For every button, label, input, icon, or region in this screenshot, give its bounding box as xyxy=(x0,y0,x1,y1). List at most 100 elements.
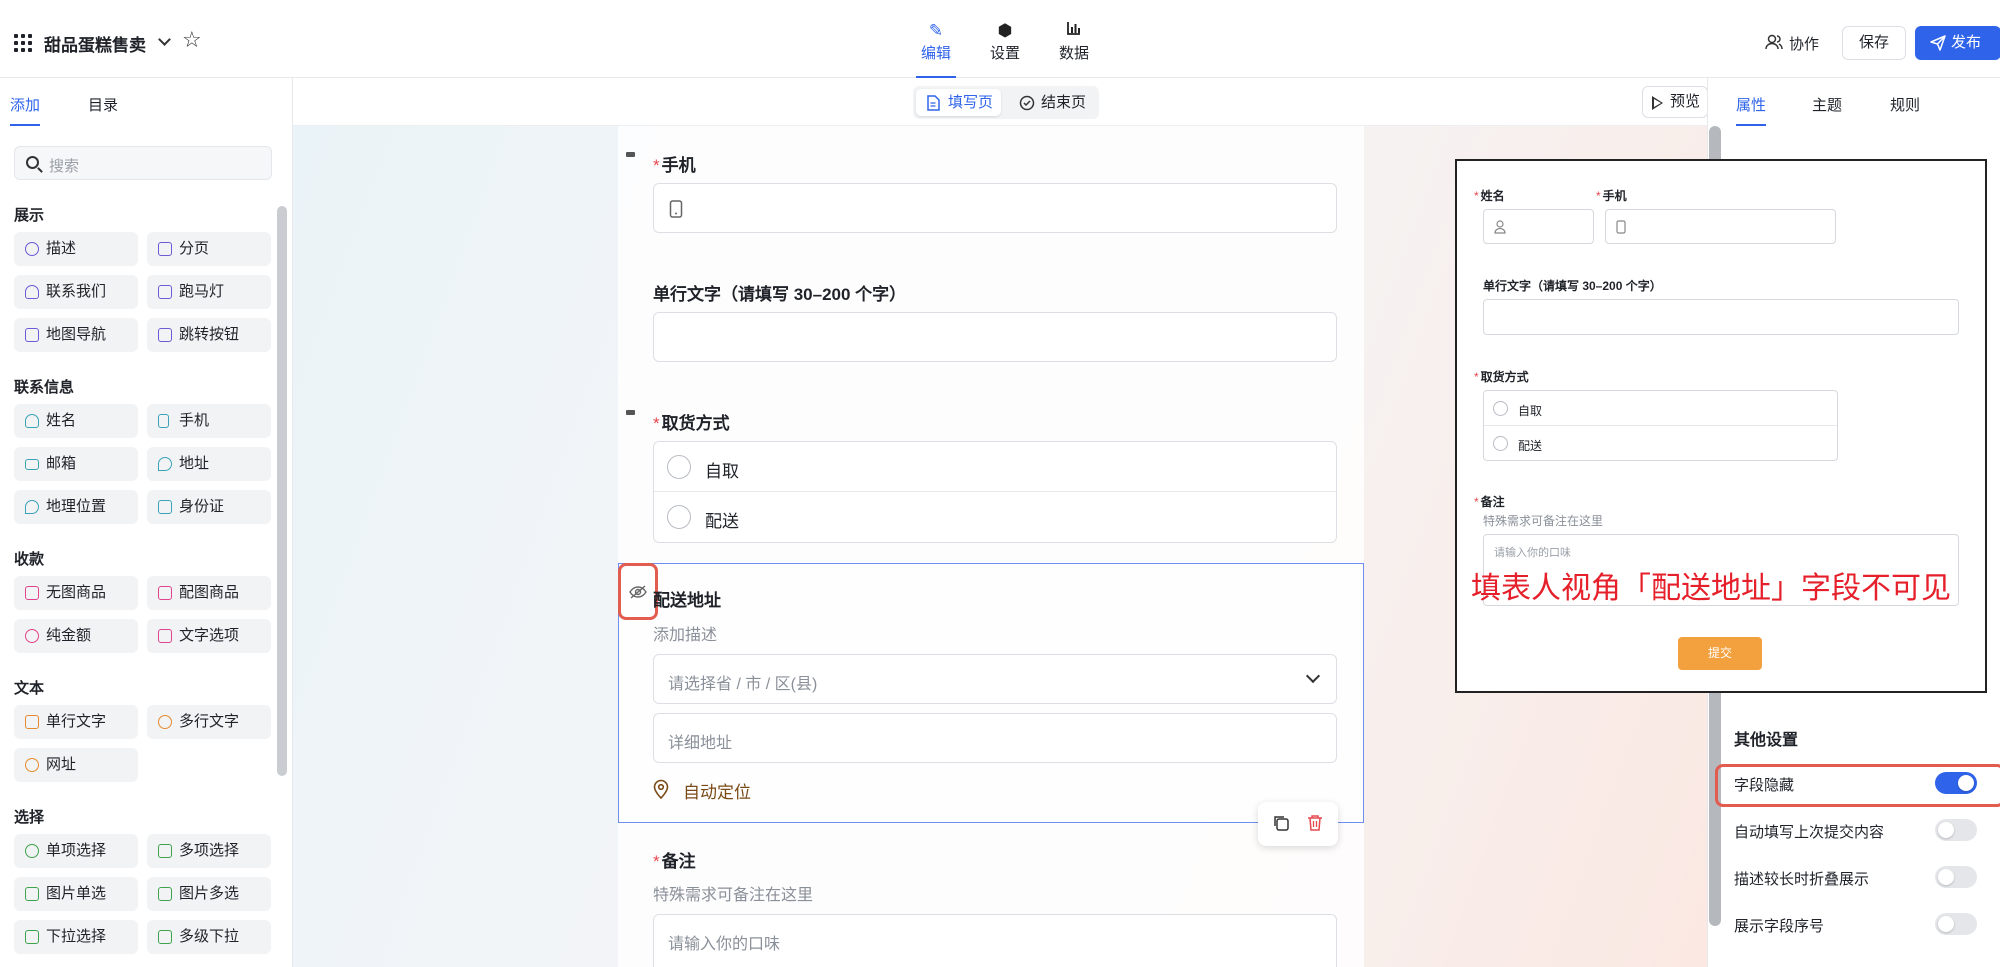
user-icon xyxy=(25,414,39,428)
component-marquee[interactable]: 跑马灯 xyxy=(147,275,271,309)
component-description[interactable]: 描述 xyxy=(14,232,138,266)
preview-submit-button: 提交 xyxy=(1678,637,1762,670)
auto-locate-button[interactable]: 自动定位 xyxy=(653,778,751,803)
drag-handle[interactable] xyxy=(626,152,635,157)
preview-pickup-options: 自取 配送 xyxy=(1483,390,1838,461)
field-description[interactable]: 添加描述 xyxy=(653,621,717,645)
phone-input[interactable] xyxy=(653,183,1337,233)
tab-add[interactable]: 添加 xyxy=(10,94,41,126)
send-icon xyxy=(1930,35,1946,51)
component-jump-button[interactable]: 跳转按钮 xyxy=(147,318,271,352)
preview-phone-input xyxy=(1605,209,1836,244)
form-sheet xyxy=(618,126,1364,967)
toggle-field-number[interactable] xyxy=(1935,913,1977,935)
phone-icon xyxy=(669,200,683,218)
remark-textarea[interactable]: 请输入你的口味 xyxy=(653,914,1337,967)
map-icon xyxy=(25,328,39,342)
phone-icon xyxy=(1616,220,1626,234)
component-contact-us[interactable]: 联系我们 xyxy=(14,275,138,309)
text-icon xyxy=(158,629,172,643)
component-single-choice[interactable]: 单项选择 xyxy=(14,834,138,868)
left-panel: 添加 目录 搜索 展示 描述 分页 联系我们 跑马灯 地图导航 跳转按钮 联系信… xyxy=(0,78,293,967)
component-multi-line-text[interactable]: 多行文字 xyxy=(147,705,271,739)
cart-image-icon xyxy=(158,586,172,600)
scrollbar[interactable] xyxy=(277,206,287,776)
chevron-down-icon xyxy=(1305,668,1321,684)
annotation-note: 填表人视角「配送地址」字段不可见 xyxy=(1471,572,1951,605)
tab-catalog[interactable]: 目录 xyxy=(88,94,118,115)
star-icon[interactable]: ☆ xyxy=(182,29,202,51)
radio-button xyxy=(1493,401,1508,416)
tab-edit[interactable]: ✎ 编辑 xyxy=(912,20,960,78)
chevron-down-icon[interactable] xyxy=(158,33,171,46)
toggle-collapse-description[interactable] xyxy=(1935,866,1977,888)
tab-settings[interactable]: ⬢ 设置 xyxy=(981,20,1029,63)
component-image-multi[interactable]: 图片多选 xyxy=(147,877,271,911)
detail-address-input[interactable]: 详细地址 xyxy=(653,713,1337,763)
link-icon xyxy=(25,758,39,772)
field-label-pickup: * 取货方式 xyxy=(653,414,730,433)
tab-fill-page[interactable]: 填写页 xyxy=(916,89,1002,116)
eye-off-icon[interactable] xyxy=(628,584,648,600)
region-select[interactable]: 请选择省 / 市 / 区(县) xyxy=(653,654,1337,704)
radio-button[interactable] xyxy=(667,505,691,529)
chat-bubble-icon xyxy=(158,715,172,729)
tab-properties[interactable]: 属性 xyxy=(1736,94,1767,126)
component-geo-location[interactable]: 地理位置 xyxy=(14,490,138,524)
category-heading: 联系信息 xyxy=(14,379,75,396)
tab-rules[interactable]: 规则 xyxy=(1890,94,1920,115)
copy-icon[interactable] xyxy=(1272,814,1290,832)
collab-button[interactable]: 协作 xyxy=(1765,33,1819,54)
image-check-icon xyxy=(158,887,172,901)
category-heading: 文本 xyxy=(14,680,45,697)
radio-option[interactable]: 自取 xyxy=(654,442,1336,492)
save-button[interactable]: 保存 xyxy=(1842,26,1906,60)
component-email[interactable]: 邮箱 xyxy=(14,447,138,481)
button-icon xyxy=(158,328,172,342)
single-text-input[interactable] xyxy=(653,312,1337,362)
preview-option: 自取 xyxy=(1484,391,1837,426)
bar-chart-icon xyxy=(1050,20,1098,42)
component-multi-choice[interactable]: 多项选择 xyxy=(147,834,271,868)
tab-data[interactable]: 数据 xyxy=(1050,20,1098,63)
app-title[interactable]: 甜品蛋糕售卖 xyxy=(44,31,146,56)
component-text-option[interactable]: 文字选项 xyxy=(147,619,271,653)
cart-icon xyxy=(25,586,39,600)
radio-icon xyxy=(25,844,39,858)
tab-end-page[interactable]: 结束页 xyxy=(1009,89,1094,116)
component-search-input[interactable]: 搜索 xyxy=(14,146,272,180)
pen-icon: ✎ xyxy=(928,21,944,40)
component-pagination[interactable]: 分页 xyxy=(147,232,271,266)
component-phone[interactable]: 手机 xyxy=(147,404,271,438)
component-amount[interactable]: 纯金额 xyxy=(14,619,138,653)
setting-label: 描述较长时折叠展示 xyxy=(1734,871,1870,888)
app-grid-icon[interactable] xyxy=(14,34,32,52)
preview-name-input xyxy=(1483,209,1594,244)
search-icon xyxy=(26,156,39,169)
preview-button[interactable]: 预览 xyxy=(1642,86,1708,118)
radio-button[interactable] xyxy=(667,455,691,479)
users-icon xyxy=(1765,34,1783,50)
component-address[interactable]: 地址 xyxy=(147,447,271,481)
tab-theme[interactable]: 主题 xyxy=(1812,94,1842,115)
respondent-view-preview: * 姓名 * 手机 单行文字（请填写 30–200 个字） * 取货方式 自取 配送 … xyxy=(1455,159,1987,693)
publish-button[interactable]: 发布 xyxy=(1915,26,2000,60)
component-cascade-dropdown[interactable]: 多级下拉 xyxy=(147,920,271,954)
component-dropdown[interactable]: 下拉选择 xyxy=(14,920,138,954)
toggle-field-hidden[interactable] xyxy=(1935,772,1977,794)
trash-icon[interactable] xyxy=(1306,814,1324,832)
component-image-single[interactable]: 图片单选 xyxy=(14,877,138,911)
radio-option[interactable]: 配送 xyxy=(654,492,1336,542)
component-no-image-product[interactable]: 无图商品 xyxy=(14,576,138,610)
component-url[interactable]: 网址 xyxy=(14,748,138,782)
component-id-card[interactable]: 身份证 xyxy=(147,490,271,524)
pickup-options: 自取 配送 xyxy=(653,441,1337,543)
field-label-single-text: 单行文字（请填写 30–200 个字） xyxy=(653,285,907,304)
component-single-line-text[interactable]: 单行文字 xyxy=(14,705,138,739)
component-name[interactable]: 姓名 xyxy=(14,404,138,438)
toggle-autofill[interactable] xyxy=(1935,819,1977,841)
component-image-product[interactable]: 配图商品 xyxy=(147,576,271,610)
drag-handle[interactable] xyxy=(626,410,635,415)
component-map-nav[interactable]: 地图导航 xyxy=(14,318,138,352)
preview-remark-desc: 特殊需求可备注在这里 xyxy=(1483,514,1604,528)
